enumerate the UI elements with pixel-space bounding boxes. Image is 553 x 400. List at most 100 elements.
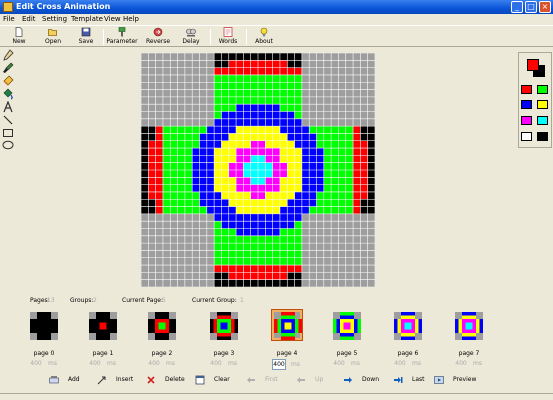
grid-cell-yellow[interactable] [228,155,237,163]
grid-cell-blue[interactable] [272,228,280,236]
grid-cell-blue[interactable] [206,199,215,207]
grid-cell-green[interactable] [236,74,244,83]
grid-cell-magenta[interactable] [258,140,266,149]
grid-cell-blue[interactable] [192,170,200,178]
frame-thumbnail[interactable] [148,312,176,340]
grid-cell-red[interactable] [155,162,163,170]
delay-button[interactable]: Delay [173,27,209,47]
grid-cell-green[interactable] [265,96,273,105]
grid-cell-black[interactable] [141,162,149,170]
grid-cell-black[interactable] [141,184,149,192]
grid-cell-yellow[interactable] [279,155,288,163]
grid-cell-green[interactable] [192,126,200,134]
grid-cell-green[interactable] [272,250,280,258]
grid-cell-black[interactable] [243,53,251,61]
grid-cell-yellow[interactable] [294,184,302,192]
grid-cell-green[interactable] [265,235,273,244]
grid-cell-green[interactable] [170,184,178,192]
grid-cell-yellow[interactable] [265,133,273,141]
grid-cell-magenta[interactable] [243,155,251,163]
grid-cell-blue[interactable] [199,148,207,156]
grid-cell-blue[interactable] [287,206,295,214]
swatch-blue[interactable] [521,100,532,109]
grid-cell-green[interactable] [331,199,339,207]
grid-cell-blue[interactable] [258,104,266,112]
grid-cell-green[interactable] [258,89,266,97]
grid-cell-black[interactable] [141,191,149,200]
grid-cell-yellow[interactable] [228,133,237,141]
grid-cell-red[interactable] [228,272,237,280]
grid-cell-blue[interactable] [206,206,215,214]
grid-cell-green[interactable] [309,126,317,134]
grid-cell-red[interactable] [353,206,361,214]
grid-cell-blue[interactable] [199,191,207,200]
grid-cell-green[interactable] [162,191,171,200]
grid-cell-green[interactable] [294,74,302,83]
grid-cell-green[interactable] [279,74,288,83]
grid-cell-green[interactable] [279,89,288,97]
grid-cell-yellow[interactable] [272,191,280,200]
grid-cell-green[interactable] [228,89,237,97]
grid-cell-green[interactable] [184,177,193,185]
grid-cell-green[interactable] [323,148,332,156]
grid-cell-blue[interactable] [199,177,207,185]
grid-cell-green[interactable] [345,133,354,141]
grid-cell-black[interactable] [141,170,149,178]
grid-cell-black[interactable] [367,155,375,163]
line-tool[interactable] [2,114,14,126]
grid-cell-yellow[interactable] [214,177,222,185]
grid-cell-green[interactable] [279,235,288,244]
pixel-grid-canvas[interactable] [141,53,375,287]
grid-cell-green[interactable] [323,199,332,207]
maximize-button[interactable]: □ [525,1,537,13]
grid-cell-red[interactable] [148,162,156,170]
grid-cell-black[interactable] [360,199,368,207]
grid-cell-blue[interactable] [265,111,273,119]
grid-cell-black[interactable] [141,155,149,163]
grid-cell-green[interactable] [294,96,302,105]
grid-cell-yellow[interactable] [236,206,244,214]
grid-cell-green[interactable] [221,104,229,112]
grid-cell-blue[interactable] [309,184,317,192]
grid-cell-blue[interactable] [294,206,302,214]
grid-cell-black[interactable] [367,206,375,214]
grid-cell-red[interactable] [353,199,361,207]
grid-cell-blue[interactable] [199,170,207,178]
grid-cell-blue[interactable] [287,118,295,127]
grid-cell-blue[interactable] [250,118,258,127]
grid-cell-black[interactable] [367,170,375,178]
grid-cell-blue[interactable] [316,162,324,170]
grid-cell-blue[interactable] [206,191,215,200]
grid-cell-red[interactable] [265,67,273,75]
grid-cell-yellow[interactable] [287,162,295,170]
grid-cell-blue[interactable] [221,126,229,134]
grid-cell-blue[interactable] [214,199,222,207]
grid-cell-cyan[interactable] [243,162,251,170]
grid-cell-green[interactable] [287,82,295,90]
grid-cell-magenta[interactable] [250,140,258,149]
grid-cell-blue[interactable] [294,126,302,134]
frame-duration-input[interactable]: 400 [454,359,468,368]
close-button[interactable]: × [539,1,551,13]
grid-cell-green[interactable] [236,243,244,251]
grid-cell-green[interactable] [177,140,185,149]
grid-cell-green[interactable] [294,228,302,236]
grid-cell-yellow[interactable] [279,140,288,149]
grid-cell-magenta[interactable] [236,148,244,156]
grid-cell-green[interactable] [250,257,258,266]
grid-cell-blue[interactable] [221,206,229,214]
grid-cell-green[interactable] [345,177,354,185]
grid-cell-cyan[interactable] [250,155,258,163]
grid-cell-magenta[interactable] [272,177,280,185]
grid-cell-blue[interactable] [272,111,280,119]
grid-cell-magenta[interactable] [279,162,288,170]
grid-cell-green[interactable] [316,126,324,134]
grid-cell-green[interactable] [177,184,185,192]
grid-cell-yellow[interactable] [265,191,273,200]
grid-cell-green[interactable] [236,96,244,105]
grid-cell-green[interactable] [221,74,229,83]
grid-cell-red[interactable] [353,184,361,192]
grid-cell-blue[interactable] [279,118,288,127]
frame-duration-input[interactable]: 400 [147,359,161,368]
grid-cell-green[interactable] [199,206,207,214]
